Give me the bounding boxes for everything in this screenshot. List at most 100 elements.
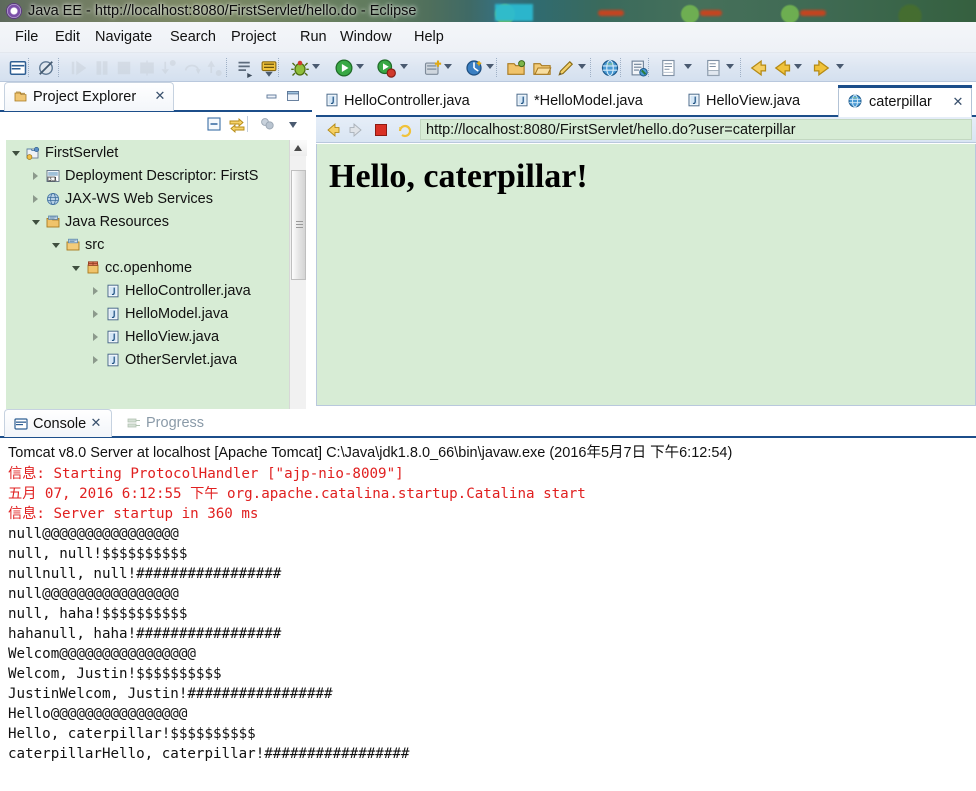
twisty-collapsed-icon[interactable] [93,356,98,364]
skip-breakpoints-icon[interactable] [259,58,279,78]
tree-item[interactable]: FirstServlet [6,142,292,165]
menu-item-edit[interactable]: Edit [48,25,87,49]
previous-edit-icon[interactable] [772,58,792,78]
chevron-down-icon[interactable] [836,64,844,69]
javares-icon [46,215,60,228]
back-history-icon[interactable] [748,58,768,78]
close-icon[interactable]: ✕ [89,415,103,431]
chevron-down-icon[interactable] [356,64,364,69]
toolbar-separator [226,58,227,77]
twisty-expanded-icon[interactable] [32,220,40,225]
view-menu-icon[interactable] [286,115,304,133]
project-icon [26,146,40,160]
new-server-icon[interactable] [423,58,443,78]
open-resource-icon[interactable] [532,58,552,78]
console-line: Hello, caterpillar!$$$$$$$$$$ [8,726,256,742]
tree-item[interactable]: src [6,234,292,257]
quick-access-icon[interactable] [556,58,576,78]
disconnect-icon [137,58,157,78]
page-heading: Hello, caterpillar! [329,158,588,195]
editor-tabbar: HelloController.java *HelloModel.java Hell… [316,84,976,117]
chevron-down-icon[interactable] [726,64,734,69]
twisty-collapsed-icon[interactable] [33,195,38,203]
tree-item[interactable]: HelloView.java [6,326,292,349]
menu-item-search[interactable]: Search [163,25,223,49]
forward-icon[interactable] [347,121,365,139]
terminate-icon [114,58,134,78]
next-annotation-icon[interactable] [236,58,256,78]
menu-item-window[interactable]: Window [333,25,399,49]
chevron-down-icon[interactable] [684,64,692,69]
new-wizard-icon[interactable] [8,58,28,78]
menu-item-project[interactable]: Project [224,25,283,49]
toolbar-separator [247,116,248,132]
tree-item[interactable]: Java Resources [6,211,292,234]
tab-project-explorer[interactable]: Project Explorer ✕ [4,82,174,111]
resume-icon [71,60,87,76]
profile-icon[interactable] [464,58,484,78]
chevron-down-icon[interactable] [794,64,802,69]
console-output[interactable]: Tomcat v8.0 Server at localhost [Apache … [0,438,976,791]
editor-tab-hellomodeljava[interactable]: *HelloModel.java [512,86,677,117]
console-tab-console[interactable]: Console ✕ [4,409,112,437]
menu-item-file[interactable]: File [8,25,45,49]
menu-item-navigate[interactable]: Navigate [88,25,159,49]
close-icon[interactable]: ✕ [951,94,965,110]
tree-item-label: HelloController.java [125,283,251,299]
editor-tab-label: HelloView.java [706,93,801,109]
twisty-expanded-icon[interactable] [72,266,80,271]
debug-icon[interactable] [290,58,310,78]
editor-tab-caterpillar[interactable]: caterpillar ✕ [838,85,972,117]
tree-item[interactable]: cc.openhome [6,257,292,280]
scrollbar-thumb[interactable] [291,170,306,280]
menu-item-run[interactable]: Run [293,25,334,49]
new-xml-icon[interactable] [704,58,724,78]
editor-tab-hellocontrollerjava[interactable]: HelloController.java [322,86,504,117]
run-ant-icon[interactable] [629,58,649,78]
step-into-icon [159,58,179,78]
next-edit-icon[interactable] [812,58,832,78]
tree-item[interactable]: HelloController.java [6,280,292,303]
stop-icon[interactable] [372,121,390,139]
run-icon[interactable] [334,58,354,78]
package-icon [87,261,99,274]
link-with-editor-icon[interactable] [228,115,246,133]
maximize-view-icon[interactable] [285,88,301,104]
main-toolbar [0,53,976,82]
new-xml-icon [707,59,720,77]
console-tab-progress[interactable]: Progress [118,409,218,437]
run-server-icon[interactable] [376,58,396,78]
chevron-down-icon[interactable] [444,64,452,69]
twisty-expanded-icon[interactable] [12,151,20,156]
collapse-all-icon[interactable] [205,115,223,133]
chevron-down-icon[interactable] [578,64,586,69]
new-jsp-icon[interactable] [659,58,679,78]
twisty-collapsed-icon[interactable] [93,310,98,318]
chevron-down-icon[interactable] [400,64,408,69]
browser-url-field[interactable]: http://localhost:8080/FirstServlet/hello… [420,119,972,140]
refresh-icon[interactable] [396,121,414,139]
new-server-icon [424,60,442,75]
close-icon[interactable]: ✕ [153,88,167,104]
tree-item[interactable]: OtherServlet.java [6,349,292,372]
twisty-collapsed-icon[interactable] [93,287,98,295]
tree-item[interactable]: JAX-WS Web Services [6,188,292,211]
editor-tab-helloviewjava[interactable]: HelloView.java [684,86,832,117]
twisty-collapsed-icon[interactable] [33,172,38,180]
minimize-view-icon[interactable] [264,88,280,104]
scroll-up-button[interactable] [290,140,307,156]
web-browser-icon[interactable] [600,58,620,78]
tree-item[interactable]: 3.1 Deployment Descriptor: FirstS [6,165,292,188]
twisty-expanded-icon[interactable] [52,243,60,248]
chevron-down-icon[interactable] [486,64,494,69]
toolbar-separator [58,58,59,77]
open-type-icon[interactable] [506,58,526,78]
twisty-collapsed-icon[interactable] [93,333,98,341]
toolbar-separator [590,58,591,77]
back-icon[interactable] [324,121,342,139]
menu-item-help[interactable]: Help [407,25,451,49]
chevron-down-icon[interactable] [312,64,320,69]
no-breakpoint-icon[interactable] [36,58,56,78]
focus-on-active-task-icon[interactable] [258,115,276,133]
tree-item[interactable]: HelloModel.java [6,303,292,326]
